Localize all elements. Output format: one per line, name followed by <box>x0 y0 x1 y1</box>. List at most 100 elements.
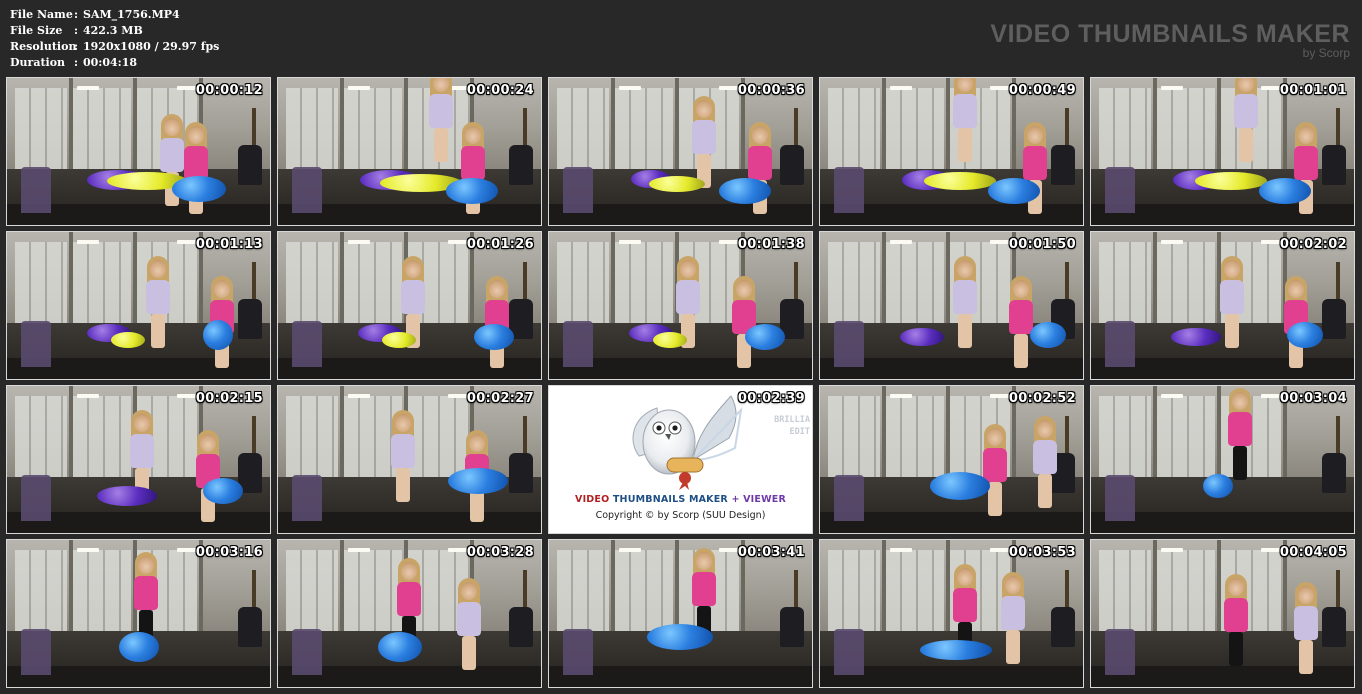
balloon-yellow <box>111 332 145 348</box>
legs <box>1038 474 1052 508</box>
video-thumbnail[interactable]: 00:01:38 <box>548 231 813 380</box>
video-frame-scene <box>1091 232 1354 379</box>
video-thumbnail[interactable]: 00:03:28 <box>277 539 542 688</box>
timestamp-label: 00:00:49 <box>1008 83 1076 98</box>
ceiling-light <box>77 240 99 244</box>
logo-thumbnail[interactable]: BRILLIA EDIT VIDEO THUMBNAILS MAKER + VI… <box>548 385 813 534</box>
window-frame <box>1217 78 1221 170</box>
info-value: 422.3 MB <box>83 24 143 37</box>
chair-left <box>21 475 51 521</box>
video-thumbnail[interactable]: 00:00:49 <box>819 77 1084 226</box>
balloon-blue <box>988 178 1040 204</box>
video-thumbnail[interactable]: 00:01:01 <box>1090 77 1355 226</box>
video-thumbnail[interactable]: 00:02:02 <box>1090 231 1355 380</box>
brand-watermark: VIDEO THUMBNAILS MAKER by Scorp <box>990 20 1350 59</box>
video-thumbnail[interactable]: 00:01:26 <box>277 231 542 380</box>
ceiling-light <box>619 240 641 244</box>
video-frame-scene <box>820 232 1083 379</box>
timestamp-label: 00:00:12 <box>195 83 263 98</box>
balloon-blue <box>203 320 233 350</box>
video-frame-scene <box>278 78 541 225</box>
head <box>214 280 230 298</box>
chair-left <box>1105 321 1135 367</box>
contact-sheet: File Name : SAM_1756.MP4 File Size : 422… <box>0 0 1362 694</box>
ceiling-light <box>890 86 912 90</box>
window-frame <box>882 232 886 324</box>
ceiling-light <box>619 548 641 552</box>
head <box>1298 126 1314 144</box>
window-frame <box>69 540 73 632</box>
video-thumbnail[interactable]: 00:03:53 <box>819 539 1084 688</box>
balloon-blue <box>1030 322 1066 348</box>
head <box>1027 126 1043 144</box>
ceiling-light <box>1161 548 1183 552</box>
legs <box>1006 630 1020 664</box>
brand-title: VIDEO THUMBNAILS MAKER <box>990 20 1350 48</box>
balloon-purple <box>1171 328 1221 346</box>
owl-logo-icon <box>632 395 743 490</box>
video-frame-scene <box>549 540 812 687</box>
office-window <box>1099 242 1151 334</box>
chair-right <box>509 145 533 185</box>
chair-right <box>1051 607 1075 647</box>
dress <box>1009 300 1033 334</box>
legs <box>396 468 410 502</box>
chair-right <box>780 145 804 185</box>
dress <box>184 146 208 180</box>
video-thumbnail[interactable]: 00:02:27 <box>277 385 542 534</box>
office-window <box>1157 396 1215 488</box>
person <box>143 256 173 368</box>
chair-right <box>238 607 262 647</box>
balloon-purple <box>900 328 944 346</box>
legs <box>958 314 972 348</box>
window-frame <box>946 386 950 478</box>
head <box>405 260 421 278</box>
office-window <box>886 396 944 488</box>
dress <box>146 280 170 314</box>
office-window <box>1099 396 1151 488</box>
office-window <box>828 242 880 334</box>
video-thumbnail[interactable]: 00:01:13 <box>6 231 271 380</box>
info-separator: : <box>74 8 79 21</box>
legs <box>434 128 448 162</box>
chair-left <box>21 629 51 675</box>
timestamp-label: 00:01:26 <box>466 237 534 252</box>
window-frame <box>1217 386 1221 478</box>
video-thumbnail[interactable]: 00:00:36 <box>548 77 813 226</box>
chair-right <box>1322 607 1346 647</box>
video-thumbnail[interactable]: 00:03:04 <box>1090 385 1355 534</box>
office-window <box>15 396 67 488</box>
video-thumbnail[interactable]: 00:04:05 <box>1090 539 1355 688</box>
video-thumbnail[interactable]: 00:03:41 <box>548 539 813 688</box>
chair-left <box>21 321 51 367</box>
office-window <box>615 242 673 334</box>
video-thumbnail[interactable]: 00:02:15 <box>6 385 271 534</box>
office-window <box>73 88 131 180</box>
video-thumbnail[interactable]: 00:02:52 <box>819 385 1084 534</box>
chair-right <box>1051 145 1075 185</box>
chair-right <box>509 453 533 493</box>
logo-copyright: Copyright © by Scorp (SUU Design) <box>595 510 766 521</box>
chair-left <box>563 629 593 675</box>
video-thumbnail[interactable]: 00:01:50 <box>819 231 1084 380</box>
brand-subtitle: by Scorp <box>1302 46 1350 60</box>
balloon-blue <box>930 472 990 500</box>
video-thumbnail[interactable]: 00:00:24 <box>277 77 542 226</box>
ceiling-light <box>348 86 370 90</box>
chair-left <box>21 167 51 213</box>
office-window <box>73 242 131 334</box>
video-frame-scene <box>7 78 270 225</box>
chair-left <box>292 475 322 521</box>
info-separator: : <box>74 56 79 69</box>
video-frame-scene <box>1091 386 1354 533</box>
person <box>950 78 980 182</box>
office-window <box>557 88 609 180</box>
office-window <box>15 242 67 334</box>
info-row-resolution: Resolution : 1920x1080 / 29.97 fps <box>10 39 219 55</box>
info-row-file-name: File Name : SAM_1756.MP4 <box>10 7 219 23</box>
video-thumbnail[interactable]: 00:00:12 <box>6 77 271 226</box>
video-thumbnail[interactable]: 00:03:16 <box>6 539 271 688</box>
head <box>489 280 505 298</box>
ceiling-light <box>77 86 99 90</box>
office-window <box>15 88 67 180</box>
